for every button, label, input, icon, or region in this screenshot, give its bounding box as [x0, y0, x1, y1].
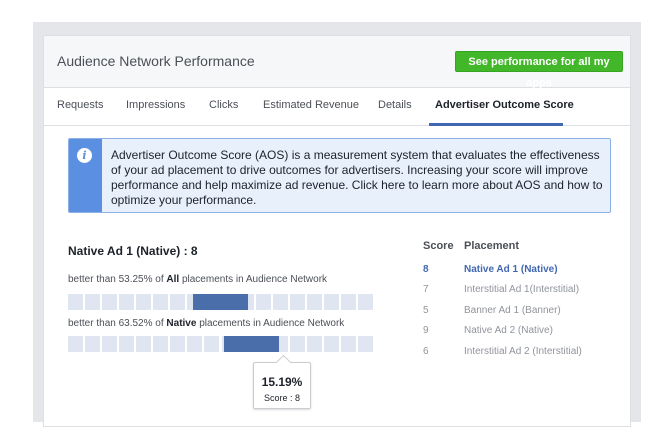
placement-score: 8	[423, 264, 429, 275]
all-placements-distribution-bar	[68, 294, 373, 310]
distribution-segment	[119, 294, 135, 310]
tab-estimated-revenue[interactable]: Estimated Revenue	[263, 99, 359, 111]
caption-emphasis: Native	[166, 318, 197, 329]
tab-bar: Requests Impressions Clicks Estimated Re…	[44, 88, 630, 126]
score-marker	[224, 336, 280, 352]
distribution-segment	[340, 294, 356, 310]
placement-score: 5	[423, 305, 429, 316]
tooltip-score: Score : 8	[263, 393, 301, 403]
tooltip-arrow	[275, 354, 292, 371]
distribution-segment	[357, 294, 373, 310]
placement-score: 6	[423, 346, 429, 357]
score-column-header: Score	[423, 240, 454, 252]
distribution-segment	[68, 336, 84, 352]
tab-details[interactable]: Details	[378, 99, 412, 111]
placement-link-native-ad-2[interactable]: Native Ad 2 (Native)	[464, 325, 553, 336]
placement-score: 9	[423, 325, 429, 336]
placement-column-header: Placement	[464, 240, 520, 252]
page-title: Audience Network Performance	[57, 53, 255, 69]
all-placements-caption: better than 53.25% of All placements in …	[68, 274, 327, 285]
distribution-segment	[170, 294, 186, 310]
score-tooltip: 15.19% Score : 8	[253, 354, 311, 409]
distribution-segment	[153, 294, 169, 310]
caption-suffix: placements in Audience Network	[196, 318, 345, 329]
distribution-segment	[323, 294, 339, 310]
distribution-segment	[187, 336, 203, 352]
placement-link-interstitial-ad-2[interactable]: Interstitial Ad 2 (Interstitial)	[464, 346, 582, 357]
tab-clicks[interactable]: Clicks	[209, 99, 238, 111]
tooltip-value: 15.19%	[261, 375, 303, 389]
tab-advertiser-outcome-score[interactable]: Advertiser Outcome Score	[435, 99, 574, 111]
see-all-apps-button[interactable]: See performance for all my apps	[455, 51, 623, 89]
distribution-segment	[357, 336, 373, 352]
info-icon: i	[77, 148, 92, 163]
info-stripe: i	[69, 139, 102, 212]
distribution-segment	[85, 294, 101, 310]
score-marker	[192, 294, 248, 310]
placement-link-banner-ad-1[interactable]: Banner Ad 1 (Banner)	[464, 305, 561, 316]
distribution-segment	[272, 294, 288, 310]
distribution-segment	[340, 336, 356, 352]
distribution-segment	[306, 336, 322, 352]
aos-info-text[interactable]: Advertiser Outcome Score (AOS) is a meas…	[111, 148, 606, 208]
distribution-segment	[289, 336, 305, 352]
distribution-segment	[153, 336, 169, 352]
selected-ad-title: Native Ad 1 (Native) : 8	[68, 244, 198, 258]
distribution-segment	[289, 294, 305, 310]
placement-link-interstitial-ad-1[interactable]: Interstitial Ad 1(Interstitial)	[464, 284, 579, 295]
distribution-segment	[136, 294, 152, 310]
distribution-segment	[85, 336, 101, 352]
native-placements-caption: better than 63.52% of Native placements …	[68, 318, 344, 329]
aos-info-banner[interactable]: i Advertiser Outcome Score (AOS) is a me…	[68, 138, 611, 213]
distribution-segment	[136, 336, 152, 352]
distribution-segment	[323, 336, 339, 352]
caption-prefix: better than 63.52% of	[68, 318, 167, 329]
caption-emphasis: All	[166, 274, 180, 285]
distribution-segment	[119, 336, 135, 352]
distribution-segment	[68, 294, 84, 310]
card-header: Audience Network Performance See perform…	[44, 36, 630, 89]
native-placements-distribution-bar	[68, 336, 373, 352]
placement-score: 7	[423, 284, 429, 295]
distribution-segment	[102, 336, 118, 352]
caption-prefix: better than 53.25% of	[68, 274, 167, 285]
distribution-segment	[255, 294, 271, 310]
tab-impressions[interactable]: Impressions	[126, 99, 185, 111]
distribution-segment	[306, 294, 322, 310]
distribution-segment	[204, 336, 220, 352]
performance-card: Audience Network Performance See perform…	[43, 35, 631, 427]
caption-suffix: placements in Audience Network	[179, 274, 328, 285]
tab-requests[interactable]: Requests	[57, 99, 103, 111]
distribution-segment	[102, 294, 118, 310]
active-tab-indicator	[429, 123, 563, 126]
distribution-segment	[170, 336, 186, 352]
placement-link-native-ad-1[interactable]: Native Ad 1 (Native)	[464, 264, 558, 275]
